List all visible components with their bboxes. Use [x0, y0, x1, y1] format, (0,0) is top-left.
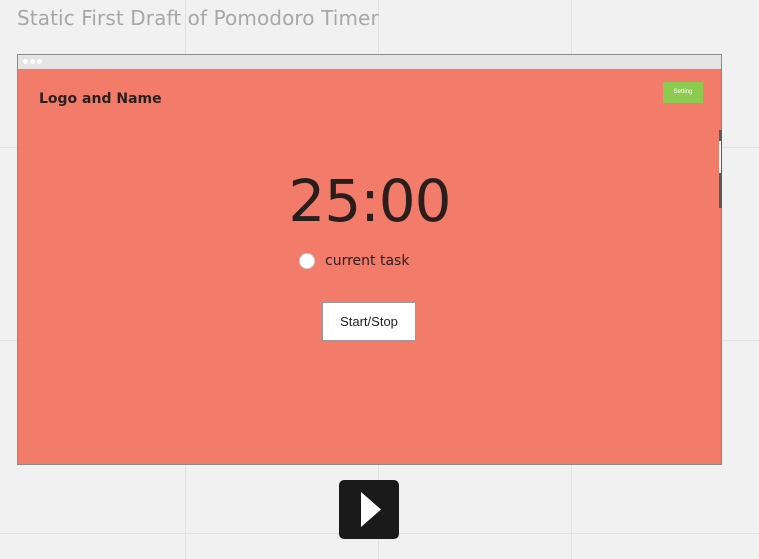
- window-dot-icon: [37, 59, 42, 64]
- task-radio-button[interactable]: [299, 253, 315, 269]
- setting-button[interactable]: Setting: [663, 82, 703, 103]
- start-stop-button[interactable]: Start/Stop: [322, 302, 416, 341]
- current-task-label: current task: [325, 253, 410, 269]
- mockup-browser-frame: Logo and Name Setting 25:00 current task…: [17, 54, 722, 465]
- board-title: Static First Draft of Pomodoro Timer: [17, 6, 379, 30]
- current-task-row: current task: [299, 251, 409, 271]
- timer-display: 25:00: [288, 167, 451, 235]
- play-button[interactable]: [339, 480, 399, 539]
- play-icon: [361, 492, 381, 527]
- window-dot-icon: [23, 59, 28, 64]
- logo-and-name: Logo and Name: [39, 91, 162, 107]
- window-dot-icon: [30, 59, 35, 64]
- browser-chrome-bar: [18, 55, 721, 70]
